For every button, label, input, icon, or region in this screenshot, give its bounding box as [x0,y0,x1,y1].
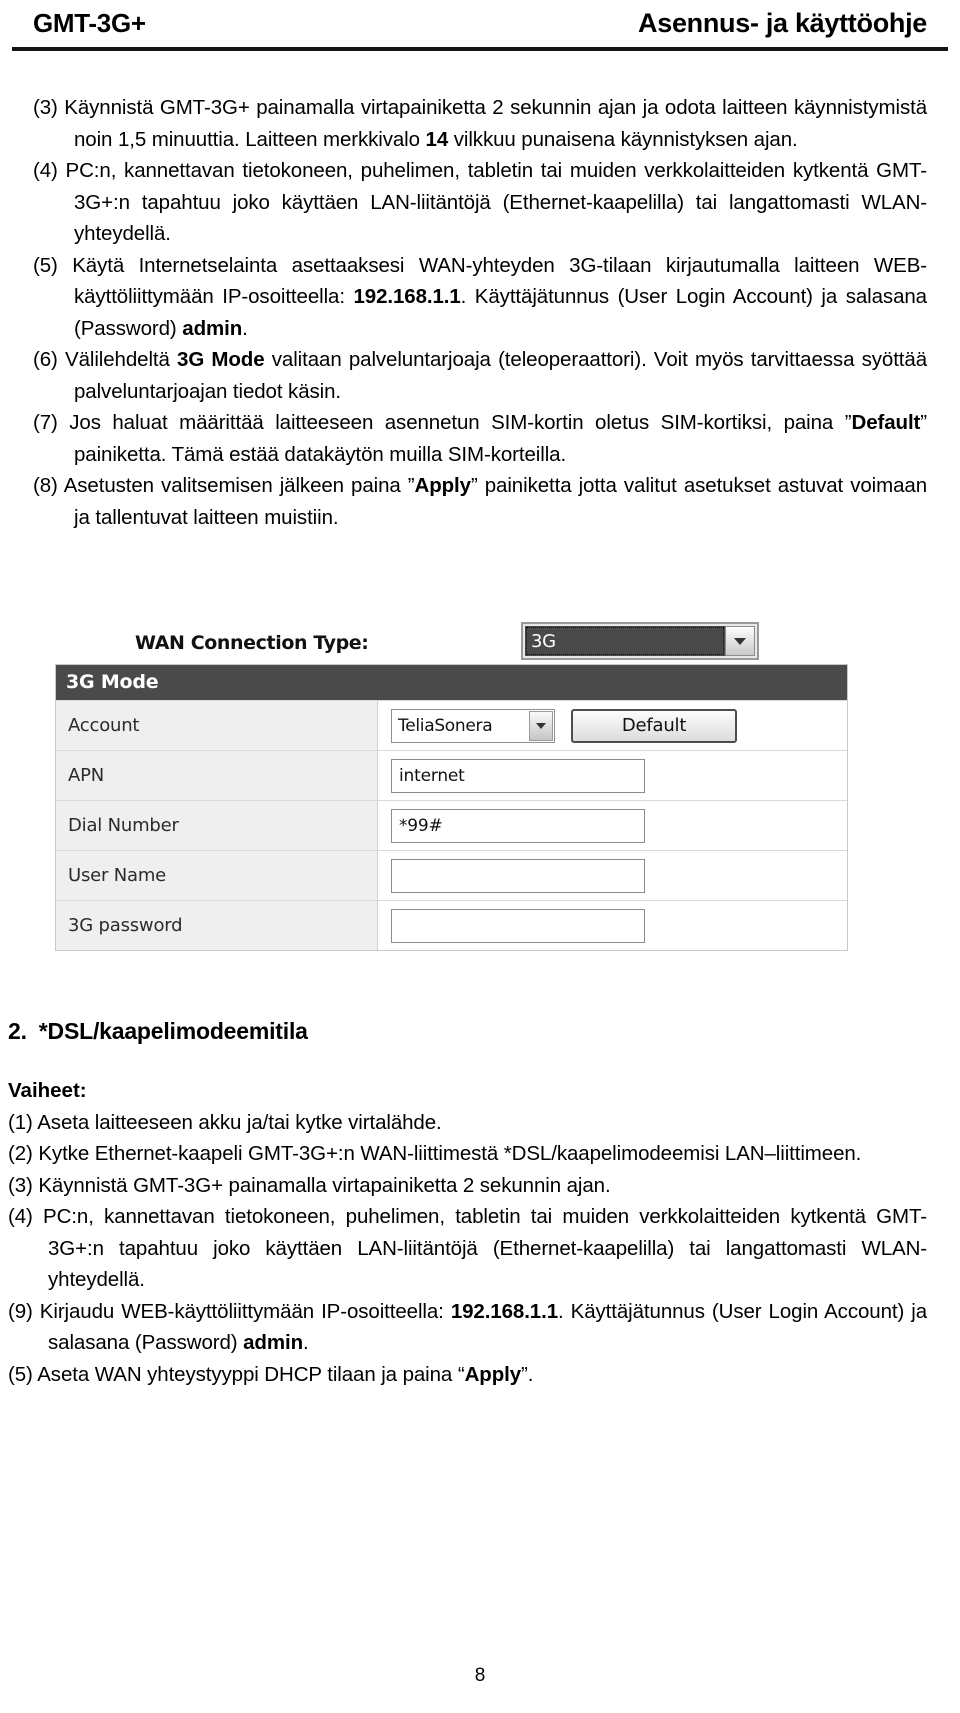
step-marker: (2) [8,1142,39,1165]
settings-row-label: Account [56,701,378,750]
text-input[interactable]: *99# [391,808,645,843]
step-text: Jos haluat määrittää laitteeseen asennet… [69,411,852,434]
chevron-down-icon[interactable] [725,626,755,656]
step-marker: (4) [33,159,66,182]
step-text-emphasis: Apply [414,474,472,497]
settings-row-control [378,901,847,950]
step-text: vilkkuu punaisena käynnistyksen ajan. [448,127,798,151]
section-two-title: *DSL/kaapelimodeemitila [38,1018,308,1044]
step-marker: (8) [33,474,64,497]
text-input[interactable]: internet [391,758,645,793]
three-g-mode-panel-title: 3G Mode [56,665,847,700]
step-marker: (7) [33,411,70,434]
settings-row: Account TeliaSonera Default [56,700,847,750]
step-marker: (3) [33,96,65,119]
router-web-ui-screenshot: WAN Connection Type: 3G 3G Mode Account T… [55,612,855,951]
settings-row-label: 3G password [56,901,378,950]
account-select-value: TeliaSonera [398,715,493,736]
step-marker: (5) [8,1362,38,1386]
step-text: . [242,316,248,340]
numbered-step: (5) Käytä Internetselainta asettaaksesi … [33,250,927,345]
text-input[interactable] [391,858,645,893]
step-text: PC:n, kannettavan tietokoneen, puhelimen… [43,1205,927,1291]
step-text: Aseta laitteeseen akku ja/tai kytke virt… [37,1110,442,1134]
numbered-step: (8) Asetusten valitsemisen jälkeen paina… [33,470,927,533]
numbered-step: (7) Jos haluat määrittää laitteeseen ase… [33,407,927,470]
header-divider-rule [12,47,948,51]
chevron-down-icon[interactable] [529,710,553,741]
section-two-number: 2. [8,1018,27,1044]
numbered-step: (2) Kytke Ethernet-kaapeli GMT-3G+:n WAN… [8,1138,927,1170]
numbered-step: (6) Välilehdeltä 3G Mode valitaan palvel… [33,344,927,407]
step-marker: (6) [33,348,65,371]
wan-connection-type-label: WAN Connection Type: [135,632,369,654]
numbered-step: (9) Kirjaudu WEB-käyttöliittymään IP-oso… [8,1296,927,1359]
wan-connection-type-select[interactable]: 3G [521,622,759,660]
step-text: Välilehdeltä [65,348,178,371]
settings-row: User Name [56,850,847,900]
step-text-emphasis: 192.168.1.1 [450,1299,559,1323]
header-product-name: GMT-3G+ [33,8,146,38]
settings-row: 3G password [56,900,847,950]
text-input[interactable] [391,908,645,943]
account-select[interactable]: TeliaSonera [391,708,555,743]
step-text: Kytke Ethernet-kaapeli GMT-3G+:n WAN-lii… [38,1142,862,1165]
step-marker: (3) [8,1173,39,1197]
step-marker: (1) [8,1110,38,1134]
step-text: . [303,1331,309,1354]
settings-row-control: TeliaSonera Default [378,701,847,750]
step-text: PC:n, kannettavan tietokoneen, puhelimen… [65,159,928,245]
numbered-step: (3) Käynnistä GMT-3G+ painamalla virtapa… [8,1170,927,1202]
wan-connection-type-row: WAN Connection Type: 3G [55,622,855,666]
settings-row-control: *99# [378,801,847,850]
settings-row-label: User Name [56,851,378,900]
wan-connection-type-value: 3G [525,626,725,656]
settings-row-label: Dial Number [56,801,378,850]
step-text-emphasis: Default [851,411,921,434]
settings-row-label: APN [56,751,378,800]
page-running-header: GMT-3G+ Asennus- ja käyttöohje [33,8,927,39]
numbered-step: (5) Aseta WAN yhteystyyppi DHCP tilaan j… [8,1359,927,1391]
section-two-steps-label: Vaiheet: [8,1079,87,1102]
step-text-emphasis: 14 [425,127,449,151]
default-button[interactable]: Default [571,708,737,743]
settings-row: Dial Number *99# [56,800,847,850]
instruction-list-section-one: (3) Käynnistä GMT-3G+ painamalla virtapa… [33,92,927,533]
step-marker: (9) [8,1299,40,1323]
step-text-emphasis: admin [243,1331,303,1354]
numbered-step-list: (3) Käynnistä GMT-3G+ painamalla virtapa… [33,92,927,533]
section-two: 2. *DSL/kaapelimodeemitila Vaiheet: (1) A… [8,1018,927,1390]
numbered-step: (3) Käynnistä GMT-3G+ painamalla virtapa… [33,92,927,155]
header-document-title: Asennus- ja käyttöohje [638,8,927,38]
step-text: Aseta WAN yhteystyyppi DHCP tilaan ja pa… [37,1362,465,1386]
step-text-emphasis: admin [182,316,243,340]
step-text: Asetusten valitsemisen jälkeen paina ” [63,474,415,497]
page-number: 8 [474,1665,486,1686]
step-marker: (5) [33,253,73,277]
numbered-step: (4) PC:n, kannettavan tietokoneen, puhel… [8,1201,927,1296]
step-marker: (4) [8,1205,44,1228]
section-two-heading: 2. *DSL/kaapelimodeemitila [8,1018,927,1045]
step-text-emphasis: 192.168.1.1 [353,285,461,308]
numbered-step: (1) Aseta laitteeseen akku ja/tai kytke … [8,1107,927,1139]
settings-row: APN internet [56,750,847,800]
section-two-step-list: (1) Aseta laitteeseen akku ja/tai kytke … [8,1107,927,1391]
step-text: Kirjaudu WEB-käyttöliittymään IP-osoitte… [39,1299,451,1323]
step-text-emphasis: 3G Mode [177,348,265,371]
three-g-mode-settings-table: Account TeliaSonera Default APN internet Dial… [56,700,847,950]
step-text: Käynnistä GMT-3G+ painamalla virtapainik… [38,1173,611,1197]
numbered-step: (4) PC:n, kannettavan tietokoneen, puhel… [33,155,927,250]
three-g-mode-panel: 3G Mode Account TeliaSonera Default APN inte… [55,664,848,951]
step-text: ”. [521,1362,534,1386]
settings-row-control [378,851,847,900]
settings-row-control: internet [378,751,847,800]
step-text-emphasis: Apply [464,1362,522,1386]
